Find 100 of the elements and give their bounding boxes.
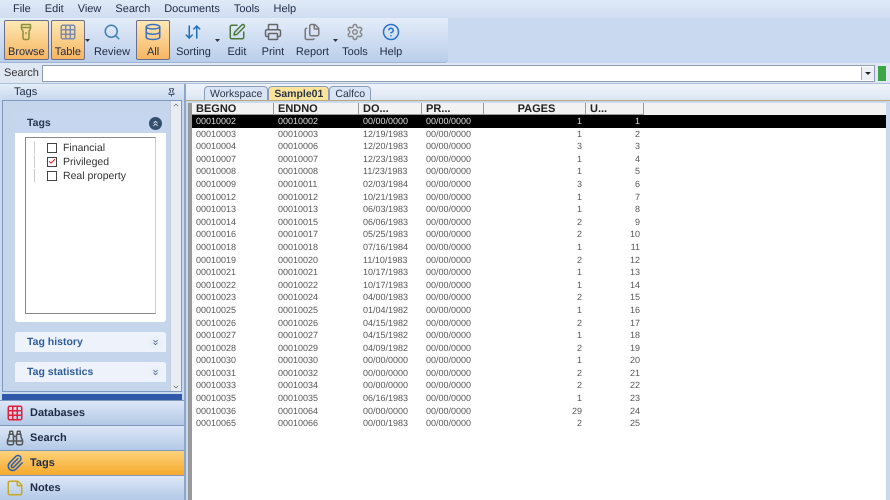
toolbar-button[interactable]: All: [136, 20, 170, 60]
table-cell-text: 2: [576, 291, 583, 304]
toolbar-button[interactable]: Tools: [338, 20, 372, 60]
table-row[interactable]: 00010014 00010015 06/06/1983 00/00/0000 2 9: [192, 216, 886, 228]
table-cell-text: 00010013: [277, 203, 320, 216]
table-cell-text: 1: [576, 190, 583, 204]
toolbar-button[interactable]: Browse: [4, 20, 49, 60]
table-cell-text: 00010008: [195, 165, 238, 178]
menu-item[interactable]: Search: [108, 3, 158, 15]
expand-icon[interactable]: [149, 336, 162, 348]
table-cell-text: 20: [628, 354, 641, 367]
table-row[interactable]: 00010007 00010007 12/23/1983 00/00/0000 1 4: [192, 152, 886, 166]
table-row[interactable]: 00010033 00010034 00/00/0000 00/00/0000 2 22: [192, 379, 886, 392]
checkbox[interactable]: [47, 142, 57, 152]
table-cell-text: 00010008: [277, 165, 320, 178]
table-row[interactable]: 00010023 00010024 04/00/1983 00/00/0000 2 15: [192, 291, 886, 304]
table-row[interactable]: 00010022 00010022 10/17/1983 00/00/0000 1 14: [192, 278, 886, 292]
table-row[interactable]: 00010030 00010030 00/00/0000 00/00/0000 1 20: [192, 354, 886, 367]
checkbox[interactable]: [47, 156, 57, 166]
tab[interactable]: Calfco: [329, 86, 372, 100]
table-cell-text: 00010034: [277, 379, 320, 392]
table-row[interactable]: 00010012 00010012 10/21/1983 00/00/0000 1 7: [192, 190, 886, 204]
menu-item[interactable]: Edit: [38, 3, 71, 15]
table-row[interactable]: 00010031 00010032 00/00/0000 00/00/0000 2 21: [192, 366, 886, 380]
table-cell-text: 00/00/0000: [425, 152, 472, 166]
table-cell-text: 1: [576, 203, 583, 216]
checkbox[interactable]: [47, 170, 57, 180]
table-row[interactable]: 00010002 00010002 00/00/0000 00/00/0000 1 1: [192, 115, 886, 128]
toolbar-button[interactable]: Edit: [220, 20, 254, 60]
table-row[interactable]: 00010019 00010020 11/10/1983 00/00/0000 2 12: [192, 254, 886, 266]
table-cell-text: 00010019: [195, 254, 238, 266]
table-row[interactable]: 00010025 00010025 01/04/1982 00/00/0000 1 16: [192, 304, 886, 316]
table-cell-text: 1: [576, 240, 583, 254]
table-row[interactable]: 00010035 00010035 06/16/1983 00/00/0000 1 23: [192, 392, 886, 405]
section-header[interactable]: Tag statistics: [15, 362, 166, 382]
menu-item[interactable]: Tools: [226, 3, 267, 15]
search-label: Search: [4, 67, 39, 79]
table-row[interactable]: 00010013 00010013 06/03/1983 00/00/0000 1 8: [192, 203, 886, 216]
toolbar-button[interactable]: Sorting: [172, 20, 215, 60]
nav-button[interactable]: Notes: [0, 475, 184, 500]
table-row[interactable]: 00010004 00010006 12/20/1983 00/00/0000 3 3: [192, 140, 886, 153]
expand-icon[interactable]: [149, 366, 162, 378]
table-cell-text: 2: [576, 342, 583, 354]
table-cell-text: 00/00/0000: [425, 165, 472, 178]
table-cell-text: 00/00/0000: [425, 404, 472, 418]
table-cell-text: 00/00/0000: [425, 240, 472, 254]
caret-icon: [865, 72, 871, 74]
nav-button[interactable]: Databases: [0, 400, 184, 425]
section-header[interactable]: Tags: [15, 113, 166, 133]
grid-icon: [6, 404, 24, 422]
magnifier-icon: [103, 23, 122, 41]
table-cell-text: 2: [576, 366, 583, 380]
tab[interactable]: Sample01: [268, 86, 330, 100]
dropdown-button[interactable]: [861, 66, 874, 80]
search-field[interactable]: [42, 64, 875, 82]
toolbar-button[interactable]: Print: [256, 20, 290, 60]
table-cell-text: 00010022: [195, 278, 238, 292]
table-row[interactable]: 00010008 00010008 11/23/1983 00/00/0000 1 5: [192, 165, 886, 178]
toolbar-button[interactable]: Report: [292, 20, 333, 60]
menu-item[interactable]: Documents: [157, 3, 227, 15]
table-row[interactable]: 00010026 00010026 04/15/1982 00/00/0000 2 17: [192, 316, 886, 330]
table-cell-text: 3: [576, 140, 583, 153]
table-cell-text: 00/00/0000: [425, 354, 472, 367]
table-cell-text: 00010025: [277, 304, 320, 316]
table-cell-text: 1: [576, 278, 583, 292]
toolbar-button[interactable]: Review: [90, 20, 134, 60]
table-row[interactable]: 00010016 00010017 05/25/1983 00/00/0000 2 10: [192, 228, 886, 241]
nav-button[interactable]: Search: [0, 425, 184, 450]
section-header[interactable]: Tag history: [15, 332, 166, 352]
table-cell-text: 21: [628, 366, 641, 380]
pin-icon[interactable]: [167, 88, 176, 96]
table-row[interactable]: 00010009 00010011 02/03/1984 00/00/0000 3 6: [192, 178, 886, 191]
table-cell-text: 12/20/1983: [362, 140, 410, 153]
table-row[interactable]: 00010027 00010027 04/15/1982 00/00/0000 1 18: [192, 329, 886, 342]
scroll-down-icon[interactable]: [172, 383, 180, 391]
tab[interactable]: Workspace: [204, 86, 268, 100]
menu-item[interactable]: File: [6, 3, 38, 15]
menu-item[interactable]: View: [70, 3, 108, 15]
table-row[interactable]: 00010065 00010066 00/00/1983 00/00/0000 2 25: [192, 417, 886, 430]
scroll-up-icon[interactable]: [172, 101, 180, 109]
table-row[interactable]: 00010018 00010018 07/16/1984 00/00/0000 1 11: [192, 240, 886, 254]
binoculars-icon: [6, 429, 24, 447]
table-row[interactable]: 00010021 00010021 10/17/1983 00/00/0000 1 13: [192, 266, 886, 279]
table-cell-text: 00010015: [277, 216, 320, 228]
table-row[interactable]: 00010036 00010064 00/00/0000 00/00/0000 29 24: [192, 404, 886, 418]
table-cell-text: 6: [634, 178, 641, 191]
table-cell-text: 00010009: [195, 178, 238, 191]
collapse-icon[interactable]: [149, 116, 162, 130]
table-cell-text: 00010030: [277, 354, 320, 367]
toolbar-button[interactable]: Help: [374, 20, 408, 60]
table-row[interactable]: 00010003 00010003 12/19/1983 00/00/0000 1 2: [192, 128, 886, 140]
table-row[interactable]: 00010028 00010029 04/09/1982 00/00/0000 2 19: [192, 342, 886, 354]
table-cell-text: 13: [628, 266, 641, 279]
scrollbar[interactable]: [170, 101, 181, 391]
toolbar-button[interactable]: Table: [50, 20, 85, 60]
nav-button[interactable]: Tags: [0, 450, 184, 475]
table-cell-text: 04/09/1982: [362, 342, 410, 354]
table-cell-text: 00010030: [195, 354, 238, 367]
table-cell-text: 3: [576, 178, 583, 191]
menu-item[interactable]: Help: [266, 3, 304, 15]
